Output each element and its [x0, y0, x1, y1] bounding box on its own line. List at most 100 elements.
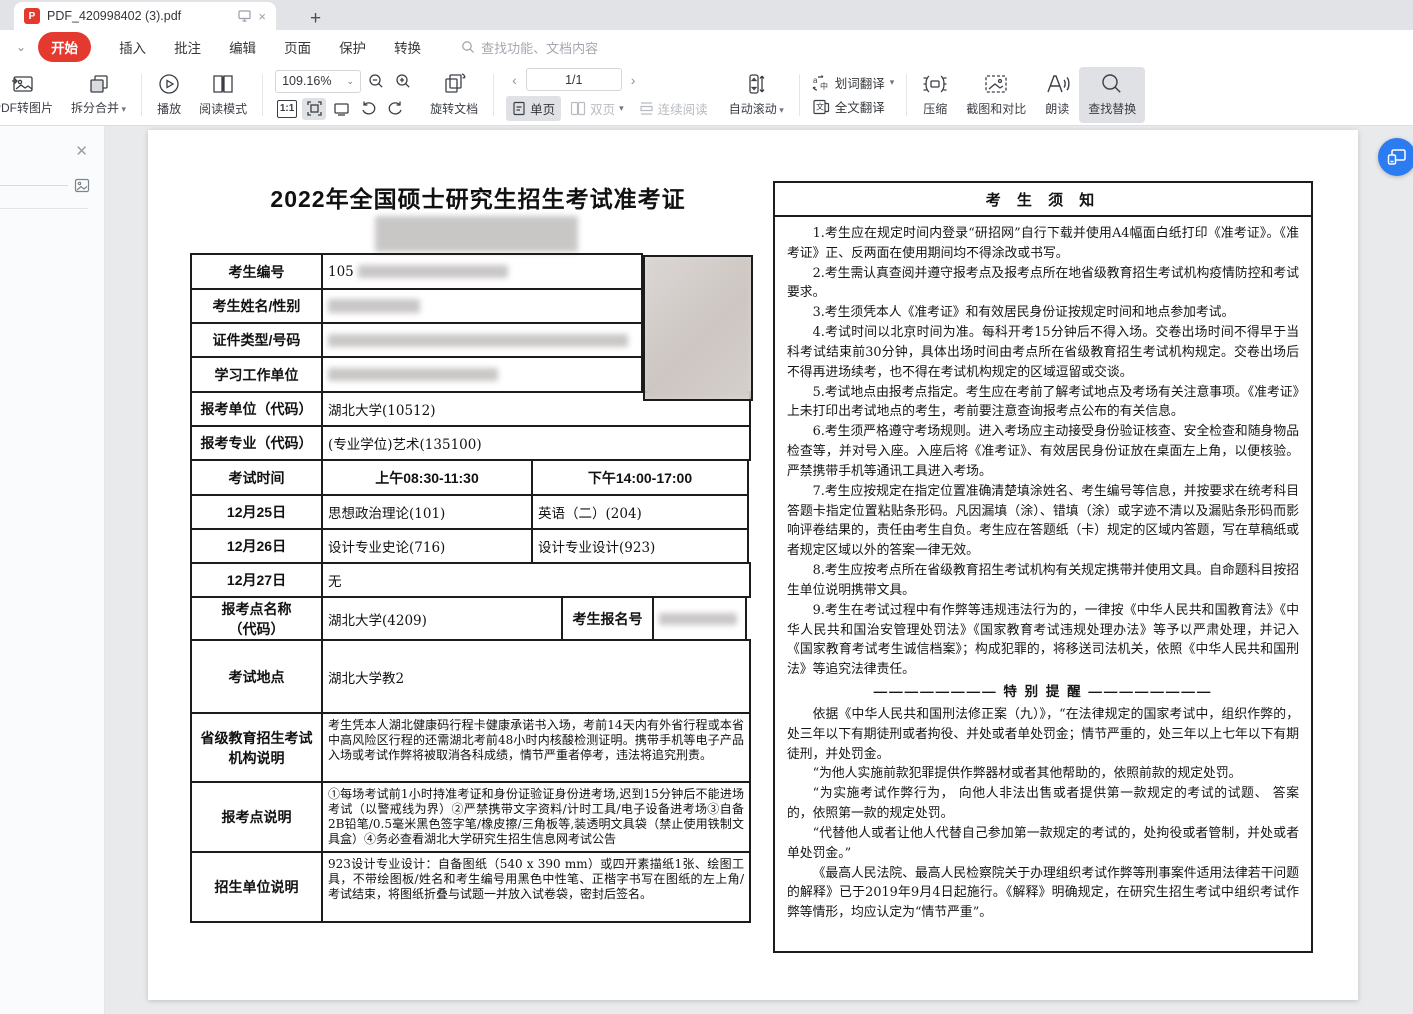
divider — [906, 74, 907, 116]
menu-item-home[interactable]: 开始 — [38, 32, 91, 62]
svg-text:中: 中 — [820, 81, 828, 91]
notice-body: 1.考生应在规定时间内登录“研招网”自行下载并使用A4幅面白纸打印《准考证》。《… — [775, 217, 1311, 949]
find-replace-button[interactable]: 查找替换 — [1079, 67, 1145, 123]
double-page-button[interactable]: 双页▾ — [564, 96, 630, 121]
table-row: 报考专业（代码） (专业学位)艺术(135100) — [190, 427, 753, 461]
admission-ticket-table: 考生编号 105 考生姓名/性别 证件类型/号码 — [190, 255, 753, 923]
devices-icon — [1387, 148, 1407, 166]
redacted-value — [328, 368, 498, 381]
present-icon[interactable] — [238, 10, 251, 22]
read-aloud-button[interactable]: 朗读 — [1035, 67, 1079, 123]
notice-paragraph: 6.考生须严格遵守考场规则。进入考场应主动接受身份验证核查、安全检查和随身物品检… — [787, 422, 1299, 481]
auto-scroll-button[interactable]: 自动滚动 ▾ — [720, 67, 793, 123]
pdf-page: 2022年全国硕士研究生招生考试准考证 考生编号 105 考生姓名/性别 — [148, 130, 1358, 1000]
menu-item-comment[interactable]: 批注 — [160, 31, 215, 63]
rotate-left-icon[interactable] — [356, 98, 380, 120]
find-replace-icon — [1100, 72, 1124, 96]
prev-page-icon[interactable]: ‹ — [506, 72, 523, 88]
floating-action-button[interactable] — [1378, 138, 1413, 176]
notice-paragraph: 9.考生在考试过程中有作弊等违规违法行为的，一律按《中华人民共和国教育法》《中华… — [787, 601, 1299, 680]
search-placeholder: 查找功能、文档内容 — [481, 38, 598, 57]
rotate-right-icon[interactable] — [383, 98, 407, 120]
zoom-level-select[interactable]: 109.16%⌄ — [275, 70, 361, 93]
split-merge-button[interactable]: 拆分合并 ▾ — [62, 67, 135, 123]
zoom-out-icon[interactable] — [364, 70, 388, 92]
split-merge-icon — [87, 73, 111, 95]
rotate-document-button[interactable]: 旋转文档 — [421, 67, 487, 123]
sidebar-close-icon[interactable]: ✕ — [75, 142, 88, 160]
table-row: 省级教育招生考试机构说明 考生凭本人湖北健康码行程卡健康承诺书入场，考前14天内… — [190, 714, 753, 783]
document-canvas[interactable]: 2022年全国硕士研究生招生考试准考证 考生编号 105 考生姓名/性别 — [105, 126, 1413, 1014]
continuous-read-icon — [639, 101, 654, 116]
sidebar-thumbnail-item[interactable] — [0, 178, 90, 193]
notice-paragraph: “为他人实施前款犯罪提供作弊器材或者其他帮助的，依照前款的规定处罚。 — [787, 764, 1299, 784]
read-aloud-icon — [1044, 72, 1070, 96]
menu-item-convert[interactable]: 转换 — [380, 31, 435, 63]
fit-page-icon[interactable] — [302, 98, 326, 120]
redacted-value — [659, 613, 737, 625]
notice-paragraph: “为实施考试作弊行为， 向他人非法出售或者提供第一款规定的考试的试题、 答案的，… — [787, 784, 1299, 824]
new-tab-button[interactable]: + — [302, 8, 329, 30]
notice-panel: 考 生 须 知 1.考生应在规定时间内登录“研招网”自行下载并使用A4幅面白纸打… — [773, 181, 1313, 953]
notice-paragraph: 7.考生应按规定在指定位置准确清楚填涂姓名、考生编号等信息，并按要求在统考科目答… — [787, 482, 1299, 561]
svg-text:文: 文 — [816, 101, 824, 111]
examinee-no-prefix: 105 — [328, 264, 354, 280]
document-tab[interactable]: P PDF_420998402 (3).pdf × — [14, 2, 276, 30]
full-translate-icon: 文 — [812, 99, 830, 115]
fit-width-icon[interactable] — [329, 98, 353, 120]
notice-paragraph: 5.考试地点由报考点指定。考生应在考前了解考试地点及考场有关注意事项。《准考证》… — [787, 383, 1299, 423]
collapse-ribbon-icon[interactable]: ⌄ — [0, 40, 38, 54]
table-row: 12月25日 思想政治理论(101) 英语（二）(204) — [190, 496, 753, 530]
tab-title: PDF_420998402 (3).pdf — [47, 9, 231, 23]
table-row: 报考点名称（代码） 湖北大学(4209) 考生报名号 — [190, 598, 753, 641]
notice-paragraph: “代替他人或者让他人代替自己参加第一款规定的考试的，处拘役或者管制，并处或者单处… — [787, 824, 1299, 864]
special-reminder-title: ———————— 特 别 提 醒 ———————— — [787, 682, 1299, 703]
notice-paragraph: 1.考生应在规定时间内登录“研招网”自行下载并使用A4幅面白纸打印《准考证》。《… — [787, 224, 1299, 264]
sidebar-panel: ✕ — [0, 126, 105, 1014]
divider — [493, 74, 494, 116]
candidate-photo — [643, 255, 753, 401]
auto-scroll-icon — [745, 72, 767, 96]
word-translate-icon: a 中 — [812, 75, 830, 91]
divider — [0, 185, 68, 186]
full-translate-button[interactable]: 文 全文翻译 — [812, 97, 895, 116]
menu-item-insert[interactable]: 插入 — [105, 31, 160, 63]
pdf-to-image-button[interactable]: PDF转图片 — [0, 67, 62, 123]
notice-paragraph: 《最高人民法院、最高人民检察院关于办理组织考试作弊等刑事案件适用法律若干问题的解… — [787, 864, 1299, 923]
notice-title: 考 生 须 知 — [775, 183, 1311, 217]
compress-button[interactable]: 压缩 — [913, 67, 957, 123]
table-row: 招生单位说明 923设计专业设计：自备图纸（540 x 390 mm）或四开素描… — [190, 853, 753, 923]
play-button[interactable]: 播放 — [148, 67, 190, 123]
table-row: 12月26日 设计专业史论(716) 设计专业设计(923) — [190, 530, 753, 564]
translate-cluster: a 中 划词翻译▾ 文 全文翻译 — [806, 73, 901, 116]
rotate-doc-icon — [441, 72, 467, 96]
notice-paragraph: 3.考生须凭本人《准考证》和有效居民身份证按规定时间和地点参加考试。 — [787, 303, 1299, 323]
divider — [799, 74, 800, 116]
ticket-title: 2022年全国硕士研究生招生考试准考证 — [188, 180, 768, 214]
divider — [0, 208, 88, 209]
word-translate-button[interactable]: a 中 划词翻译▾ — [812, 73, 895, 92]
menu-bar: ⌄ 开始 插入 批注 编辑 页面 保护 转换 查找功能、文档内容 — [0, 30, 1413, 64]
actual-size-button[interactable]: 1:1 — [277, 100, 297, 118]
notice-paragraph: 8.考生应按考点所在省级教育招生考试机构有关规定携带并使用文具。自命题科目按招生… — [787, 561, 1299, 601]
single-page-button[interactable]: 单页 — [506, 96, 561, 121]
menu-item-protect[interactable]: 保护 — [325, 31, 380, 63]
menu-item-edit[interactable]: 编辑 — [215, 31, 270, 63]
continuous-read-button[interactable]: 连续阅读 — [633, 96, 714, 121]
page-indicator[interactable]: 1/1 — [526, 68, 622, 91]
notice-paragraph: 依据《中华人民共和国刑法修正案（九）》，“在法律规定的国家考试中，组织作弊的，处… — [787, 705, 1299, 764]
redacted-name-strip — [375, 216, 578, 252]
next-page-icon[interactable]: › — [625, 72, 642, 88]
read-mode-button[interactable]: 阅读模式 — [190, 67, 256, 123]
compress-icon — [922, 72, 948, 96]
search-box[interactable]: 查找功能、文档内容 — [461, 38, 598, 57]
zoom-in-icon[interactable] — [391, 70, 415, 92]
content-area: ✕ 2022年全国硕士研究生招生考试准考证 考生编号 105 — [0, 126, 1413, 1014]
screenshot-compare-button[interactable]: 截图和对比 — [957, 67, 1035, 123]
divider — [141, 74, 142, 116]
menu-item-page[interactable]: 页面 — [270, 31, 325, 63]
table-row: 报考点说明 ①每场考试前1小时持准考证和身份证验证身份进考场,迟到15分钟后不能… — [190, 783, 753, 853]
notice-paragraph: 2.考生需认真查阅并遵守报考点及报考点所在地省级教育招生考试机构疫情防控和考试要… — [787, 264, 1299, 304]
page-cluster: ‹ 1/1 › 单页 双页▾ 连续阅读 — [500, 68, 720, 121]
close-tab-icon[interactable]: × — [258, 9, 266, 24]
